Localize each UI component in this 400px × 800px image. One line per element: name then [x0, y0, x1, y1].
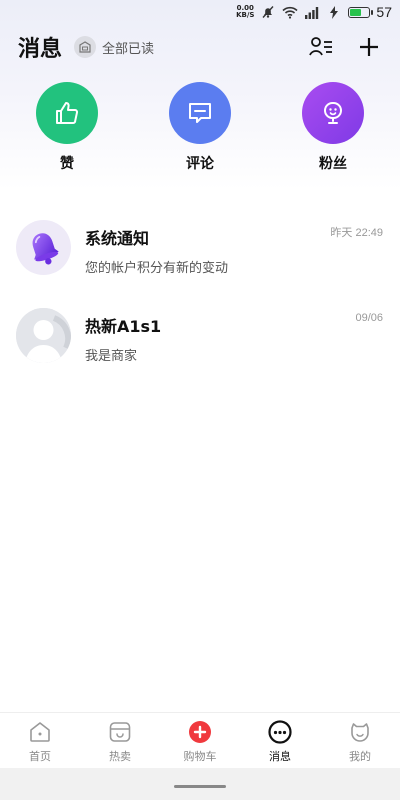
message-item-merchant[interactable]: 热新A1s1 我是商家 09/06: [0, 305, 400, 393]
quick-action-fans[interactable]: 粉丝: [302, 82, 364, 173]
quick-action-likes[interactable]: 赞: [36, 82, 98, 173]
message-title: 系统通知: [85, 229, 150, 248]
comment-bubble-icon: [169, 82, 231, 144]
tab-profile[interactable]: 我的: [320, 713, 400, 764]
bottom-tab-bar: 首页 热卖 购物车 消息 我的: [0, 712, 400, 768]
cellular-signal-icon: [304, 5, 320, 19]
header-actions: [308, 34, 382, 60]
cart-plus-icon: [188, 720, 212, 744]
profile-icon: [348, 720, 372, 744]
plus-icon: [360, 38, 378, 56]
tab-label: 购物车: [183, 750, 217, 763]
default-user-avatar: [16, 308, 71, 363]
mark-read-icon: [74, 36, 97, 58]
network-speed: 0.00 KB/S: [236, 5, 254, 19]
thumbs-up-icon: [36, 82, 98, 144]
system-gesture-bar: [0, 768, 400, 800]
tab-home[interactable]: 首页: [0, 713, 80, 764]
tab-label: 消息: [269, 750, 291, 763]
battery-icon: [348, 6, 374, 18]
tab-hot-sale[interactable]: 热卖: [80, 713, 160, 764]
tab-messages[interactable]: 消息: [240, 713, 320, 764]
home-icon: [28, 720, 52, 744]
battery-level: 57: [376, 4, 392, 20]
tab-cart[interactable]: 购物车: [160, 713, 240, 764]
status-bar: 0.00 KB/S 57: [0, 0, 400, 24]
network-speed-unit: KB/S: [236, 11, 255, 19]
mark-all-read-button[interactable]: 全部已读: [74, 36, 154, 58]
mute-bell-icon: [260, 5, 276, 19]
message-preview: 您的帐户积分有新的变动: [85, 261, 229, 276]
message-body: 热新A1s1 我是商家: [85, 313, 161, 364]
wifi-icon: [282, 5, 298, 19]
quick-action-label: 评论: [186, 156, 214, 172]
quick-actions: 赞 评论 粉丝: [0, 82, 400, 173]
fans-smiley-icon: [302, 82, 364, 144]
home-gesture-handle[interactable]: [174, 784, 226, 788]
tab-label: 我的: [349, 750, 371, 763]
contacts-list-icon: [309, 37, 332, 56]
message-time: 09/06: [355, 312, 383, 324]
charging-bolt-icon: [326, 5, 342, 19]
message-list: 系统通知 您的帐户积分有新的变动 昨天 22:49 热新A1s1 我是商家 09…: [0, 217, 400, 393]
message-body: 系统通知 您的帐户积分有新的变动: [85, 225, 228, 276]
quick-action-comments[interactable]: 评论: [169, 82, 231, 173]
contacts-button[interactable]: [308, 34, 334, 60]
hot-sale-icon: [108, 720, 132, 744]
add-button[interactable]: [356, 34, 382, 60]
bell-icon: [16, 220, 71, 275]
page-title: 消息: [18, 37, 63, 62]
mark-all-read-label: 全部已读: [102, 41, 155, 57]
tab-label: 首页: [29, 750, 51, 763]
message-icon: [268, 720, 292, 744]
quick-action-label: 粉丝: [319, 156, 347, 172]
tab-label: 热卖: [109, 750, 131, 763]
message-time: 昨天 22:49: [330, 227, 383, 239]
messages-screen: 0.00 KB/S 57 消息 全部已读 赞 评论 粉丝 系统通知 您的帐户积分…: [0, 0, 400, 800]
page-header: 消息 全部已读: [0, 30, 400, 64]
message-preview: 我是商家: [85, 349, 138, 364]
quick-action-label: 赞: [60, 156, 74, 172]
message-title: 热新A1s1: [85, 317, 162, 336]
message-item-system-notice[interactable]: 系统通知 您的帐户积分有新的变动 昨天 22:49: [0, 217, 400, 305]
